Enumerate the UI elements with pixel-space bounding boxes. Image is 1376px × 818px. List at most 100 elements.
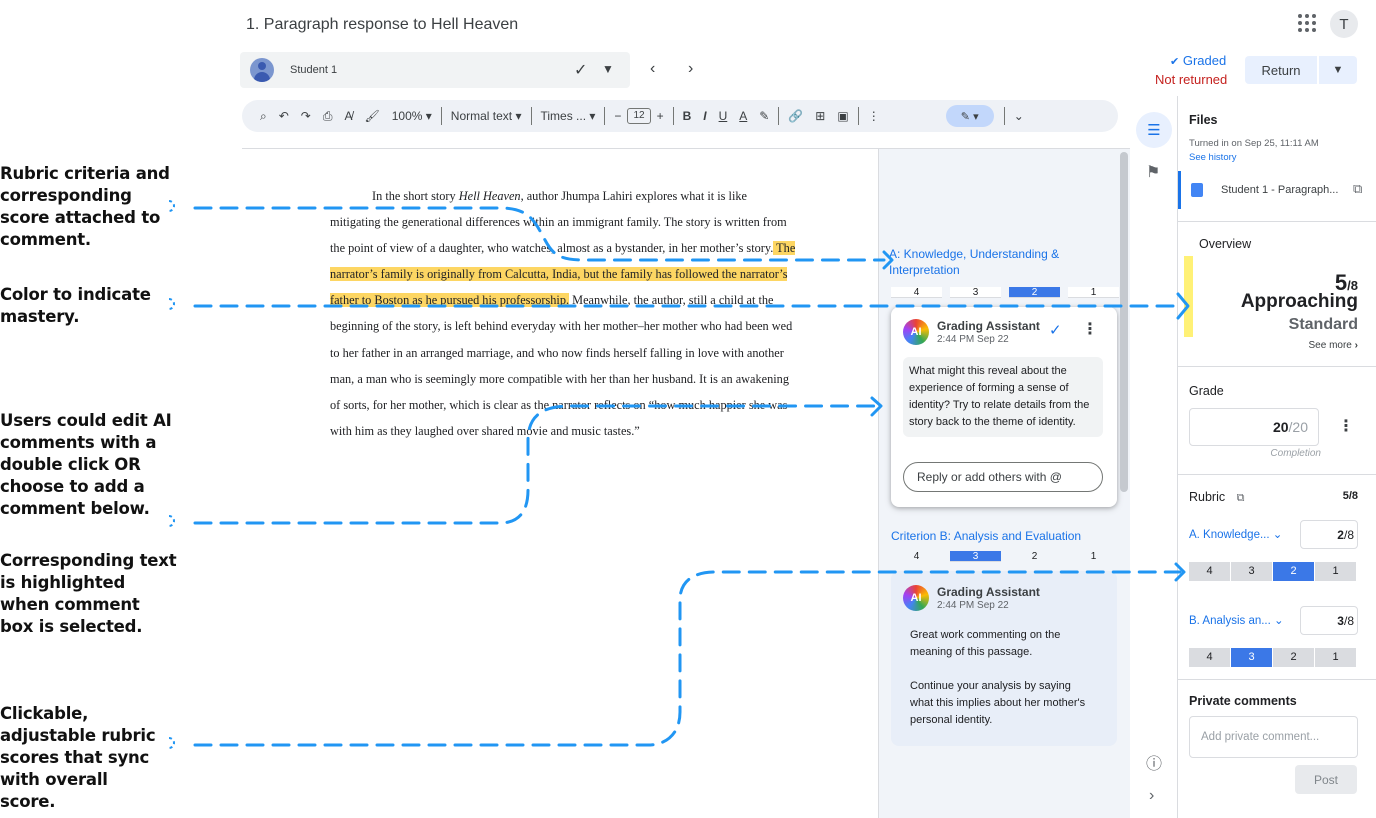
rubric-b-text: B. Analysis an... <box>1189 615 1271 627</box>
grade-options-icon[interactable]: ⋮ <box>1338 416 1354 436</box>
annotation-rubric-criteria: Rubric criteria and corresponding score … <box>0 164 170 249</box>
rubric-a-score-1[interactable]: 1 <box>1315 562 1356 581</box>
text-color-icon[interactable]: A <box>739 109 747 123</box>
rubric-b-score-2[interactable]: 2 <box>1273 648 1314 667</box>
italic-icon[interactable]: I <box>703 109 706 123</box>
criterion-b-score-4[interactable]: 4 <box>891 551 942 562</box>
rubric-a-score-3[interactable]: 3 <box>1231 562 1272 581</box>
font-size-input[interactable]: 12 <box>627 108 651 124</box>
document-body[interactable]: In the short story Hell Heaven, author J… <box>330 183 800 444</box>
link-icon[interactable]: 🔗 <box>788 109 803 123</box>
see-more-label: See more <box>1308 340 1352 351</box>
ai-avatar-icon: AI <box>903 319 929 345</box>
attached-file[interactable]: Student 1 - Paragraph... ⧉ <box>1178 171 1376 209</box>
chevron-right-icon[interactable]: › <box>688 60 693 78</box>
rubric-a-points: 2 <box>1337 528 1344 542</box>
spellcheck-icon[interactable]: A̸ <box>344 109 352 123</box>
zoom-select[interactable]: 100% ▾ <box>392 109 432 123</box>
criterion-b-score-2[interactable]: 2 <box>1009 551 1060 562</box>
resolve-check-icon[interactable]: ✓ <box>1049 321 1062 339</box>
grade-title: Grade <box>1189 384 1224 398</box>
check-icon[interactable]: ✓ <box>574 60 587 80</box>
criterion-b-title[interactable]: Criterion B: Analysis and Evaluation <box>891 528 1081 544</box>
private-comment-input[interactable]: Add private comment... <box>1189 716 1358 758</box>
collapse-toolbar-icon[interactable]: ⌄ <box>1014 109 1024 123</box>
post-button[interactable]: Post <box>1295 765 1357 794</box>
dot-icon-4 <box>168 737 175 749</box>
apps-grid-icon[interactable] <box>1296 12 1316 32</box>
search-icon[interactable]: ⌕ <box>260 109 267 124</box>
divider <box>1178 474 1376 475</box>
caret-down-icon[interactable]: ▼ <box>602 62 614 76</box>
chevron-down-icon: ⌄ <box>1274 615 1284 627</box>
paint-format-icon[interactable]: 🖌 <box>364 109 379 123</box>
comment-author: Grading Assistant <box>937 319 1040 333</box>
account-avatar[interactable]: T <box>1330 10 1358 38</box>
grading-panel-icon[interactable]: ☰ <box>1136 112 1172 148</box>
private-comments-title: Private comments <box>1189 694 1297 708</box>
comment-text[interactable]: Great work commenting on the meaning of … <box>910 627 1095 661</box>
comments-scrollbar[interactable] <box>1120 152 1128 492</box>
comment-text[interactable]: What might this reveal about the experie… <box>903 357 1103 437</box>
chevron-left-icon[interactable]: ‹ <box>650 60 655 78</box>
editing-mode-icon[interactable]: ✎ ▾ <box>945 105 994 127</box>
rubric-b-score-input[interactable]: 3/8 <box>1300 606 1358 635</box>
style-value: Normal text <box>450 109 513 123</box>
not-returned-status: Not returned <box>1155 72 1228 87</box>
see-more-link[interactable]: See more › <box>1309 340 1358 351</box>
criterion-a-score-4[interactable]: 4 <box>891 287 942 298</box>
open-in-new-icon[interactable]: ⧉ <box>1353 181 1362 197</box>
return-options-caret-icon[interactable]: ▼ <box>1319 56 1357 84</box>
criterion-b-score-3[interactable]: 3 <box>950 551 1001 562</box>
grading-side-panel: Files Turned in on Sep 25, 11:11 AM See … <box>1177 96 1376 818</box>
divider <box>1178 679 1376 680</box>
bold-icon[interactable]: B <box>683 109 692 123</box>
add-comment-icon[interactable]: ⊞ <box>815 109 825 123</box>
underline-icon[interactable]: U <box>719 109 728 123</box>
criterion-a-score-row: 4 3 2 1 <box>891 287 1119 298</box>
undo-icon[interactable]: ↶ <box>279 109 289 123</box>
redo-icon[interactable]: ↷ <box>301 109 311 123</box>
comment-card-1[interactable]: AI Grading Assistant 2:44 PM Sep 22 ✓ ⋮ … <box>891 307 1117 507</box>
rubric-b-score-3[interactable]: 3 <box>1231 648 1272 667</box>
criterion-a-score-1[interactable]: 1 <box>1068 287 1119 298</box>
comments-icon[interactable]: ⚑ <box>1146 162 1160 182</box>
more-options-icon[interactable]: ⋮ <box>1082 319 1098 339</box>
reply-input[interactable]: Reply or add others with @ <box>903 462 1103 492</box>
help-icon[interactable]: ⓘ <box>1146 750 1162 774</box>
image-icon[interactable]: ▣ <box>837 109 848 123</box>
rubric-b-label[interactable]: B. Analysis an... ⌄ <box>1189 613 1284 627</box>
rubric-a-score-4[interactable]: 4 <box>1189 562 1230 581</box>
criterion-b-score-1[interactable]: 1 <box>1068 551 1119 562</box>
see-history-link[interactable]: See history <box>1189 152 1237 163</box>
rubric-a-score-2[interactable]: 2 <box>1273 562 1314 581</box>
return-button[interactable]: Return <box>1245 56 1317 84</box>
criterion-b-score-row: 4 3 2 1 <box>891 551 1119 562</box>
grade-input[interactable]: 20/20 <box>1189 408 1319 446</box>
comment-card-2[interactable]: AI Grading Assistant 2:44 PM Sep 22 Grea… <box>891 571 1117 746</box>
rubric-a-label[interactable]: A. Knowledge... ⌄ <box>1189 527 1282 541</box>
more-options-icon[interactable]: ⋮ <box>868 109 880 123</box>
student-selector[interactable]: Student 1 ✓ ▼ <box>240 52 630 88</box>
criterion-a-score-2[interactable]: 2 <box>1009 287 1060 298</box>
grade-denom: /20 <box>1288 419 1308 435</box>
expand-panel-icon[interactable]: › <box>1149 787 1154 805</box>
highlight-icon[interactable]: ✎ <box>759 109 769 123</box>
style-select[interactable]: Normal text ▾ <box>451 109 522 123</box>
rubric-a-score-buttons: 4 3 2 1 <box>1189 562 1357 581</box>
criterion-a-score-3[interactable]: 3 <box>950 287 1001 298</box>
decrease-font-icon[interactable]: − <box>614 109 621 123</box>
mastery-level: Approaching <box>1240 291 1358 312</box>
print-icon[interactable]: ⎙ <box>323 109 333 124</box>
font-select[interactable]: Times ... ▾ <box>541 109 596 123</box>
comment-text[interactable]: Continue your analysis by saying what th… <box>910 678 1095 729</box>
increase-font-icon[interactable]: + <box>657 109 664 123</box>
chevron-down-icon: ⌄ <box>1272 529 1283 541</box>
open-rubric-icon[interactable]: ⧉ <box>1237 492 1245 504</box>
zoom-value: 100% <box>391 109 423 123</box>
rubric-b-score-4[interactable]: 4 <box>1189 648 1230 667</box>
rubric-b-score-1[interactable]: 1 <box>1315 648 1356 667</box>
criterion-a-title[interactable]: A: Knowledge, Understanding & Interpreta… <box>889 246 1119 278</box>
rubric-b-denom: /8 <box>1343 614 1354 628</box>
rubric-a-score-input[interactable]: 2/8 <box>1300 520 1358 549</box>
